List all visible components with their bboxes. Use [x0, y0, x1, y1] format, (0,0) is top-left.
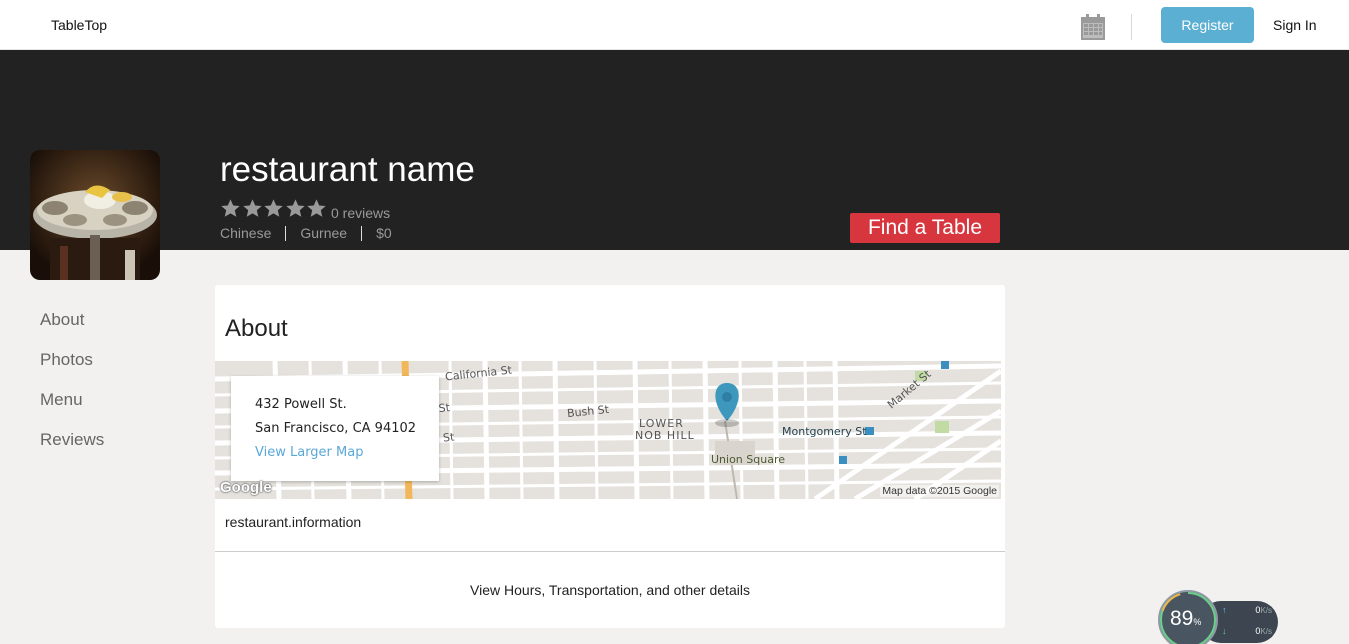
- top-navbar: TableTop Register Sign In: [0, 0, 1349, 50]
- restaurant-information: restaurant.information: [225, 514, 362, 530]
- view-larger-map-link[interactable]: View Larger Map: [255, 445, 363, 460]
- restaurant-header: [0, 50, 1349, 250]
- map-address-box: 432 Powell St. San Francisco, CA 94102 V…: [231, 376, 439, 481]
- meta-separator: [361, 225, 363, 241]
- restaurant-name: restaurant name: [220, 150, 475, 189]
- sidebar-item-reviews[interactable]: Reviews: [40, 430, 104, 470]
- map-place-label: Montgomery St: [782, 425, 867, 438]
- network-speed-widget[interactable]: 89% ↑ 0K/s ↓ 0K/s: [1158, 590, 1280, 644]
- city-label: Gurnee: [300, 225, 348, 241]
- cuisine-label: Chinese: [220, 225, 272, 241]
- view-details-link[interactable]: View Hours, Transportation, and other de…: [215, 582, 1005, 598]
- download-arrow-icon: ↓: [1222, 626, 1227, 636]
- register-button[interactable]: Register: [1161, 7, 1254, 43]
- map-area-label: NOB HILL: [635, 429, 695, 442]
- usage-percent: 89%: [1170, 607, 1201, 631]
- location-map[interactable]: California St Pine St Bush St St LOWER N…: [215, 361, 1001, 499]
- star-icon: [307, 199, 326, 217]
- meta-separator: [285, 225, 287, 241]
- card-divider: [215, 551, 1005, 552]
- star-icon: [242, 199, 262, 217]
- about-card: About California St St Bush St St LOWER …: [215, 285, 1005, 628]
- usage-percent-sign: %: [1193, 617, 1202, 627]
- upload-unit: K/s: [1260, 606, 1272, 615]
- nav-divider: [1131, 14, 1132, 40]
- brand-logo[interactable]: TableTop: [51, 17, 107, 33]
- section-nav: About Photos Menu Reviews: [40, 310, 104, 470]
- map-place-label: Union Square: [711, 453, 786, 466]
- map-attribution: Map data ©2015 Google: [880, 485, 999, 497]
- usage-percent-value: 89: [1170, 607, 1194, 630]
- restaurant-meta: Chinese Gurnee $0: [220, 225, 392, 241]
- sidebar-item-menu[interactable]: Menu: [40, 390, 104, 430]
- review-count[interactable]: 0 reviews: [331, 205, 390, 221]
- google-logo[interactable]: Google: [220, 479, 272, 496]
- map-street-label: St: [442, 430, 455, 445]
- about-title: About: [225, 315, 288, 342]
- restaurant-photo: [30, 150, 160, 280]
- star-icon: [221, 199, 240, 217]
- sidebar-item-about[interactable]: About: [40, 310, 104, 350]
- address-line1: 432 Powell St.: [255, 397, 347, 412]
- signin-link[interactable]: Sign In: [1273, 17, 1317, 33]
- rating-stars: [220, 198, 328, 219]
- address-line2: San Francisco, CA 94102: [255, 421, 417, 436]
- star-icon: [264, 199, 283, 217]
- price-label: $0: [376, 225, 392, 241]
- find-table-button[interactable]: Find a Table: [850, 213, 1000, 243]
- star-icon: [285, 199, 305, 217]
- sidebar-item-photos[interactable]: Photos: [40, 350, 104, 390]
- download-unit: K/s: [1260, 627, 1272, 636]
- calendar-icon[interactable]: [1081, 14, 1105, 40]
- upload-arrow-icon: ↑: [1222, 605, 1227, 615]
